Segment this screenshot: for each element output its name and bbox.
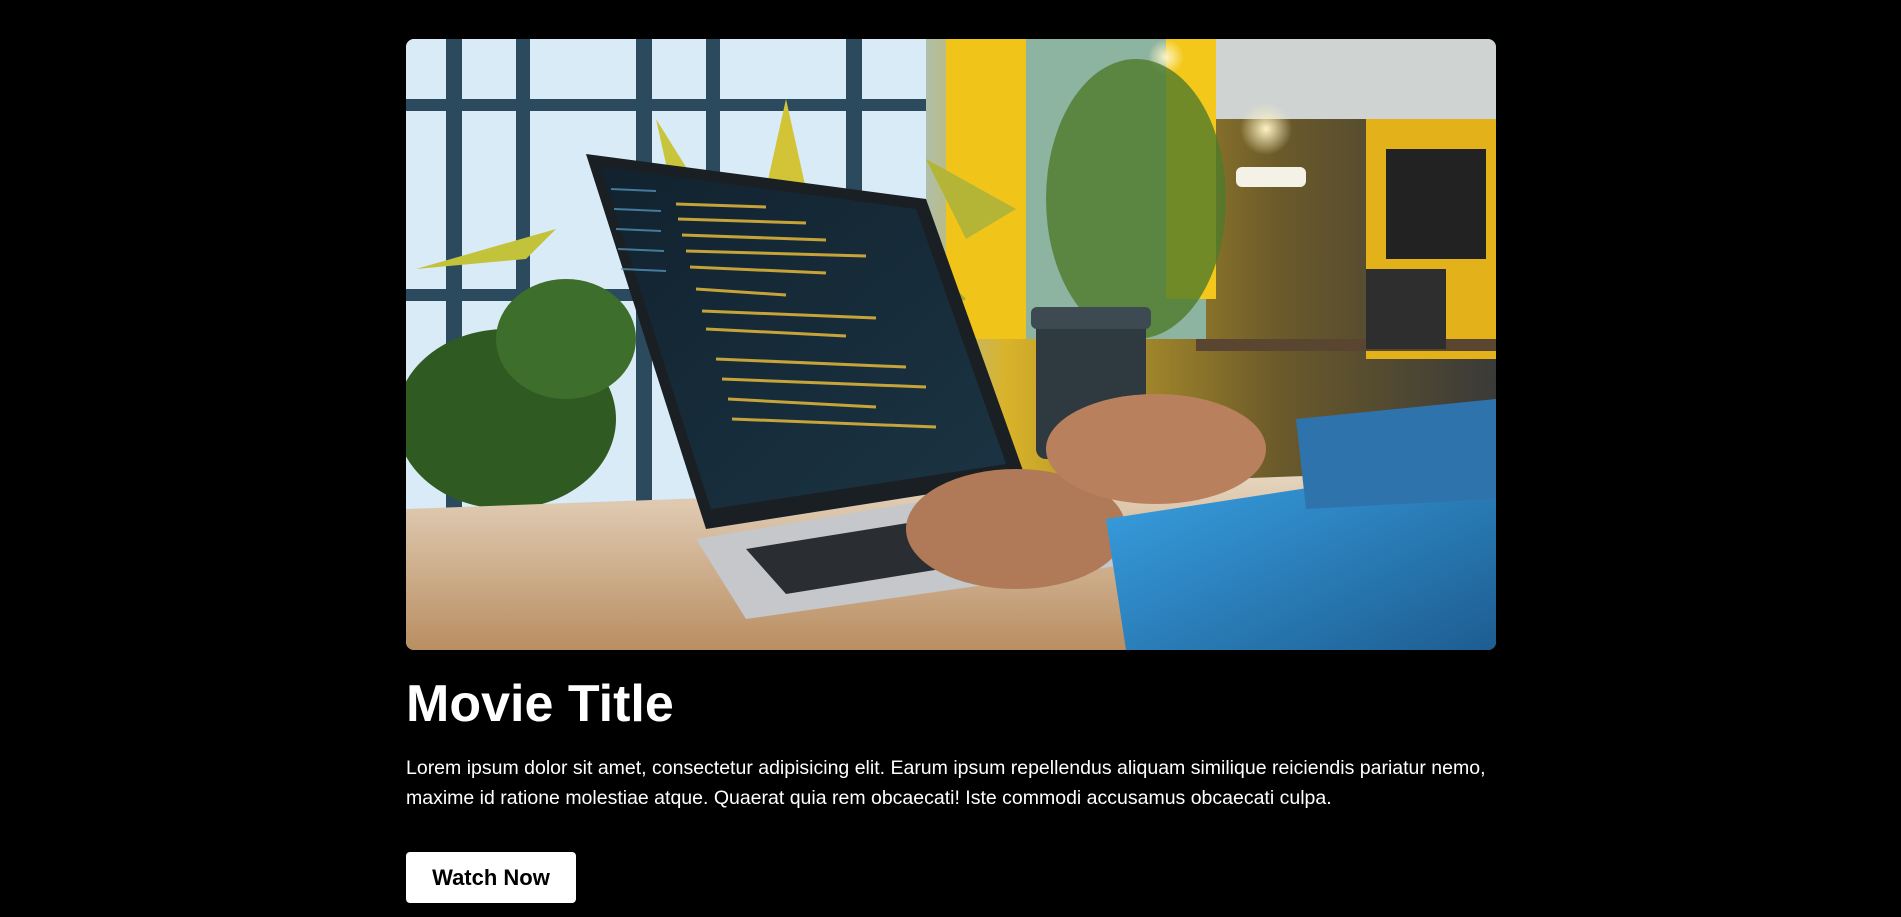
- hero-image: [406, 39, 1496, 650]
- movie-title: Movie Title: [406, 675, 674, 733]
- page: Movie Title Lorem ipsum dolor sit amet, …: [0, 0, 1901, 917]
- hero-illustration: [406, 39, 1496, 650]
- watch-now-button[interactable]: Watch Now: [406, 852, 576, 903]
- movie-description: Lorem ipsum dolor sit amet, consectetur …: [406, 757, 1486, 809]
